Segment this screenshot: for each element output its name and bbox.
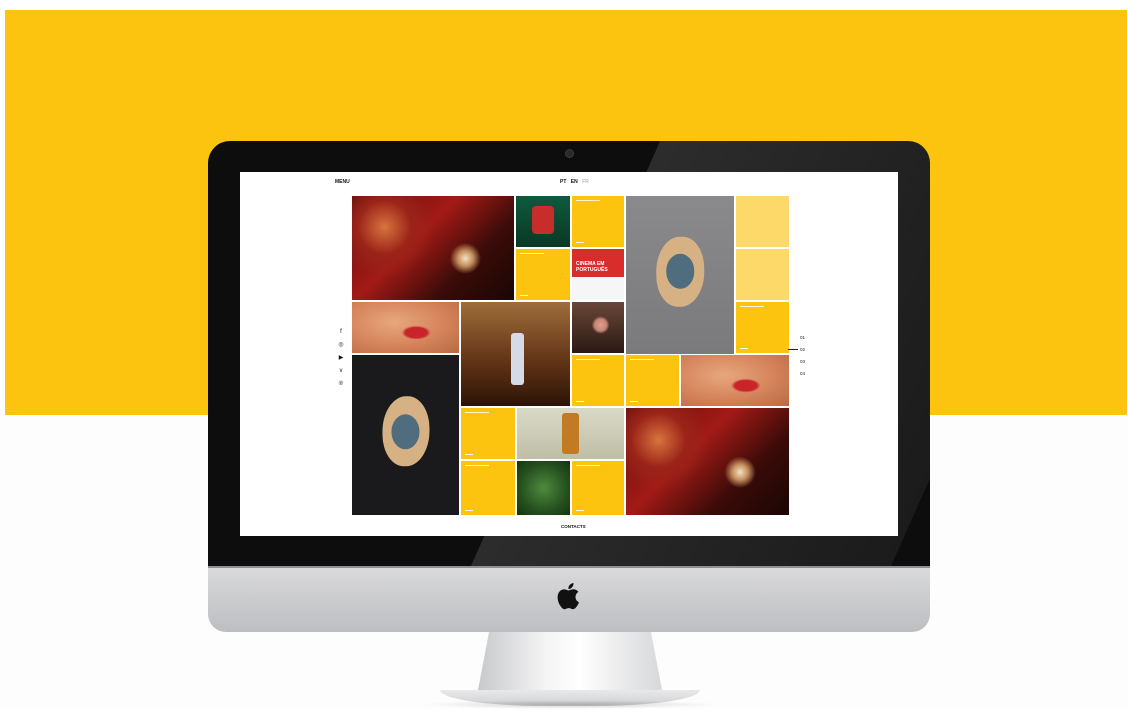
pager-item-current[interactable]: 02 [800, 344, 805, 356]
content-grid: CINEMA EM PORTUGUÊS [352, 196, 789, 515]
pinterest-icon[interactable]: ℗ [337, 378, 345, 391]
tile-photo-red-room[interactable] [352, 196, 514, 300]
tile-teatro-poster[interactable] [516, 196, 570, 247]
menu-button[interactable]: MENU [335, 179, 350, 185]
tile-yellow-8[interactable] [572, 461, 624, 515]
mouth-illustration [381, 396, 430, 467]
tile-leaves-photo[interactable] [517, 461, 570, 515]
tile-face-close[interactable] [352, 302, 459, 353]
pager-item[interactable]: 03 [800, 356, 805, 368]
lang-fr[interactable]: FR [582, 179, 589, 185]
language-switcher: PT EN FR [560, 179, 592, 185]
tile-face-wide[interactable] [681, 355, 789, 406]
tile-poster-grey[interactable] [626, 196, 734, 354]
cinema-poster-title: CINEMA EM PORTUGUÊS [576, 261, 608, 273]
page-pager: 01 02 03 04 [800, 332, 805, 380]
tile-yellow-light-1[interactable] [736, 196, 789, 247]
website-screen: MENU PT EN FR f ◎ ▶ v ℗ CINEMA EM PORTUG… [240, 172, 898, 536]
tile-yellow-5[interactable] [626, 355, 679, 406]
tile-portrait-girl[interactable] [572, 302, 624, 353]
tile-cinema-poster[interactable]: CINEMA EM PORTUGUÊS [572, 249, 624, 300]
instagram-icon[interactable]: ◎ [337, 339, 345, 352]
mouth-illustration [656, 236, 704, 307]
tile-poster-dark[interactable] [352, 355, 459, 515]
tile-puppet-photo[interactable] [517, 408, 624, 459]
social-links: f ◎ ▶ v ℗ [337, 326, 345, 391]
puppet-figure [561, 413, 580, 454]
apple-logo-icon [557, 583, 579, 610]
pager-item[interactable]: 04 [800, 368, 805, 380]
tile-yellow-1[interactable] [572, 196, 624, 247]
stand-shadow [420, 700, 720, 709]
pager-item[interactable]: 01 [800, 332, 805, 344]
tile-hall-photo[interactable] [461, 302, 570, 406]
lang-en[interactable]: EN [571, 179, 578, 185]
youtube-icon[interactable]: ▶ [337, 352, 345, 365]
tile-yellow-4[interactable] [572, 355, 624, 406]
tile-yellow-6[interactable] [461, 408, 515, 459]
tile-yellow-light-2[interactable] [736, 249, 789, 300]
lang-pt[interactable]: PT [560, 179, 566, 185]
vimeo-icon[interactable]: v [337, 365, 345, 378]
imac-stand-neck [478, 632, 662, 690]
tile-yellow-3[interactable] [736, 302, 789, 353]
tile-photo-red-room-2[interactable] [626, 408, 789, 515]
tile-yellow-2[interactable] [516, 249, 570, 300]
tile-yellow-7[interactable] [461, 461, 515, 515]
figure-in-hall [511, 333, 525, 386]
contacts-link[interactable]: CONTACTS [561, 524, 586, 529]
camera-icon [566, 150, 573, 157]
facebook-icon[interactable]: f [337, 326, 345, 339]
teatro-badge [532, 206, 554, 235]
